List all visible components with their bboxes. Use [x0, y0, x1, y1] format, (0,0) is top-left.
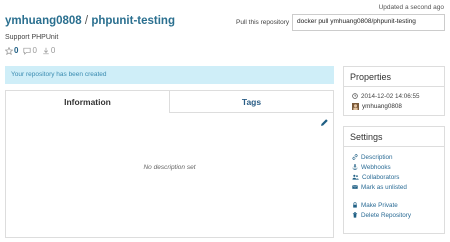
pencil-icon[interactable] — [320, 118, 329, 127]
success-alert: Your repository has been created — [5, 66, 334, 84]
settings-item-description[interactable]: Description — [344, 152, 444, 162]
settings-item-unlisted[interactable]: Mark as unlisted — [344, 182, 444, 192]
created-row: 2014-12-02 14:06:55 — [344, 91, 444, 101]
download-count: 0 — [50, 46, 56, 55]
repo-title: ymhuang0808 / phpunit-testing — [5, 15, 175, 27]
lock-icon — [353, 202, 357, 208]
comment-icon — [23, 47, 32, 55]
comment-stat: 0 — [23, 46, 37, 55]
properties-panel: Properties 2014-12-02 14:06:55 ymhuang08… — [343, 66, 445, 116]
repo-subtitle: Support PHPUnit — [5, 34, 59, 41]
settings-item-label: Description — [361, 153, 393, 161]
envelope-icon — [352, 185, 358, 189]
repo-name-link[interactable]: phpunit-testing — [91, 15, 175, 27]
tab-tags[interactable]: Tags — [170, 91, 333, 113]
download-icon — [43, 47, 49, 54]
settings-item-label: Make Private — [361, 201, 398, 209]
star-icon — [5, 46, 13, 55]
updated-timestamp: Updated a second ago — [378, 4, 444, 11]
pull-label: Pull this repository — [236, 19, 290, 26]
created-date: 2014-12-02 14:06:55 — [361, 92, 420, 100]
settings-item-collaborators[interactable]: Collaborators — [344, 172, 444, 182]
title-separator: / — [84, 15, 89, 27]
info-panel: Information Tags No description set — [5, 90, 334, 238]
star-stat[interactable]: 0 — [5, 46, 18, 55]
settings-item-label: Webhooks — [361, 163, 391, 171]
settings-item-label: Collaborators — [362, 173, 400, 181]
owner-name[interactable]: ymhuang0808 — [362, 103, 402, 110]
repo-stats: 0 0 0 — [5, 46, 55, 55]
properties-title: Properties — [344, 67, 444, 87]
settings-item-make-private[interactable]: Make Private — [344, 200, 444, 210]
settings-panel: Settings Description Webhooks Collaborat… — [343, 126, 445, 234]
clock-icon — [352, 93, 358, 99]
settings-item-label: Delete Repository — [361, 211, 412, 219]
settings-item-webhooks[interactable]: Webhooks — [344, 162, 444, 172]
pull-command-field[interactable]: docker pull ymhuang0808/phpunit-testing — [292, 14, 445, 31]
description-text: No description set — [143, 164, 196, 171]
namespace-link[interactable]: ymhuang0808 — [5, 15, 82, 27]
owner-row[interactable]: ymhuang0808 — [344, 101, 444, 111]
settings-item-label: Mark as unlisted — [361, 183, 407, 191]
users-icon — [352, 174, 359, 180]
anchor-icon — [352, 164, 358, 170]
settings-title: Settings — [344, 127, 444, 147]
tab-information[interactable]: Information — [6, 91, 170, 113]
star-count: 0 — [14, 46, 19, 55]
avatar — [352, 102, 359, 110]
link-icon — [352, 154, 358, 160]
comment-count: 0 — [32, 46, 37, 55]
settings-item-delete-repository[interactable]: Delete Repository — [344, 210, 444, 220]
download-stat: 0 — [42, 46, 55, 55]
trash-icon — [352, 212, 358, 218]
